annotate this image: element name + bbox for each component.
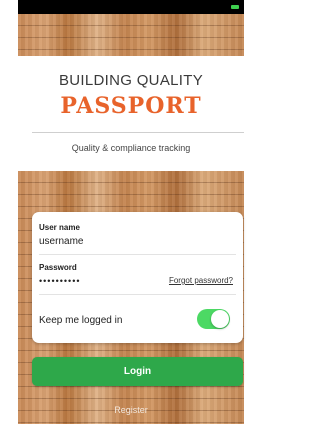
password-label: Password xyxy=(39,263,77,272)
register-link[interactable]: Register xyxy=(0,405,262,415)
keep-logged-in-toggle[interactable] xyxy=(197,309,230,329)
keep-logged-in-label: Keep me logged in xyxy=(39,315,123,326)
status-bar xyxy=(18,0,244,14)
username-label: User name xyxy=(39,223,80,232)
app-title-line1: BUILDING QUALITY xyxy=(59,72,203,89)
field-divider xyxy=(39,254,236,255)
field-divider xyxy=(39,294,236,295)
password-field[interactable]: •••••••••• xyxy=(39,276,81,286)
login-card: User name username Password •••••••••• F… xyxy=(32,212,243,343)
forgot-password-link[interactable]: Forgot password? xyxy=(169,276,233,285)
wood-background-top xyxy=(18,14,244,56)
header-divider xyxy=(32,132,244,133)
battery-icon xyxy=(231,5,239,9)
app-screen: BUILDING QUALITY PASSPORT Quality & comp… xyxy=(0,0,262,424)
login-button-label: Login xyxy=(123,366,152,377)
login-button[interactable]: Login xyxy=(32,357,243,386)
toggle-knob xyxy=(211,310,229,328)
app-subtitle: Quality & compliance tracking xyxy=(71,143,191,153)
username-field[interactable]: username xyxy=(39,236,83,247)
app-title-line2: PASSPORT xyxy=(60,93,202,119)
